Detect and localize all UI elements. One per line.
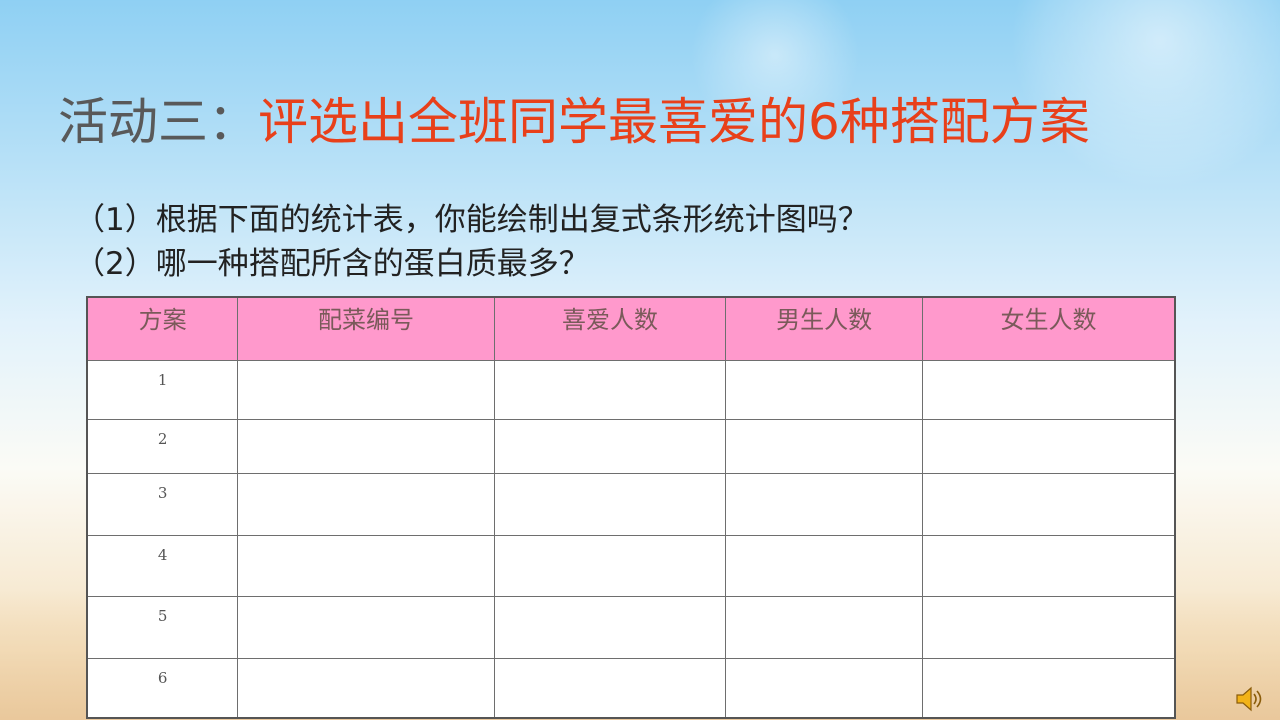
title-prefix: 活动三： bbox=[58, 93, 258, 151]
table-cell[interactable] bbox=[237, 534, 495, 597]
table-cell[interactable] bbox=[493, 657, 727, 719]
table-cell[interactable] bbox=[725, 359, 923, 420]
table-cell[interactable] bbox=[237, 418, 495, 474]
table-header-row: 方案 配菜编号 喜爱人数 男生人数 女生人数 bbox=[86, 296, 1176, 361]
table-cell[interactable] bbox=[493, 534, 727, 597]
table-row: 3 bbox=[86, 472, 1176, 536]
plan-number-cell: 2 bbox=[86, 418, 239, 474]
table-cell[interactable] bbox=[237, 472, 495, 536]
table-cell[interactable] bbox=[921, 359, 1176, 420]
table-row: 2 bbox=[86, 418, 1176, 474]
table-cell[interactable] bbox=[921, 472, 1176, 536]
table-cell[interactable] bbox=[725, 534, 923, 597]
plan-number-cell: 1 bbox=[86, 359, 239, 420]
header-boys-count: 男生人数 bbox=[725, 296, 923, 361]
question-1: （1）根据下面的统计表，你能绘制出复式条形统计图吗？ bbox=[74, 202, 869, 238]
table-cell[interactable] bbox=[493, 595, 727, 659]
header-girls-count: 女生人数 bbox=[921, 296, 1176, 361]
table-cell[interactable] bbox=[725, 472, 923, 536]
table-row: 5 bbox=[86, 595, 1176, 659]
plan-number-cell: 4 bbox=[86, 534, 239, 597]
slide-title: 活动三：评选出全班同学最喜爱的6种搭配方案 bbox=[58, 84, 1090, 160]
table-cell[interactable] bbox=[237, 595, 495, 659]
table-cell[interactable] bbox=[493, 359, 727, 420]
table-cell[interactable] bbox=[921, 534, 1176, 597]
table-cell[interactable] bbox=[921, 595, 1176, 659]
table-cell[interactable] bbox=[921, 418, 1176, 474]
question-2: （2）哪一种搭配所含的蛋白质最多？ bbox=[74, 246, 590, 282]
table-cell[interactable] bbox=[493, 418, 727, 474]
speaker-icon[interactable] bbox=[1234, 684, 1264, 714]
table-cell[interactable] bbox=[921, 657, 1176, 719]
table-cell[interactable] bbox=[237, 657, 495, 719]
table-cell[interactable] bbox=[237, 359, 495, 420]
plan-number-cell: 5 bbox=[86, 595, 239, 659]
table-row: 4 bbox=[86, 534, 1176, 597]
table-cell[interactable] bbox=[725, 418, 923, 474]
table-row: 6 bbox=[86, 657, 1176, 719]
table-cell[interactable] bbox=[725, 657, 923, 719]
header-favorite-count: 喜爱人数 bbox=[493, 296, 727, 361]
header-plan: 方案 bbox=[86, 296, 239, 361]
table-cell[interactable] bbox=[725, 595, 923, 659]
table-cell[interactable] bbox=[493, 472, 727, 536]
plan-number-cell: 6 bbox=[86, 657, 239, 719]
plan-number-cell: 3 bbox=[86, 472, 239, 536]
title-main: 评选出全班同学最喜爱的6种搭配方案 bbox=[258, 93, 1090, 151]
table-row: 1 bbox=[86, 359, 1176, 420]
statistics-table: 方案 配菜编号 喜爱人数 男生人数 女生人数 1 2 3 4 5 6 bbox=[86, 296, 1176, 719]
header-dish-number: 配菜编号 bbox=[237, 296, 495, 361]
